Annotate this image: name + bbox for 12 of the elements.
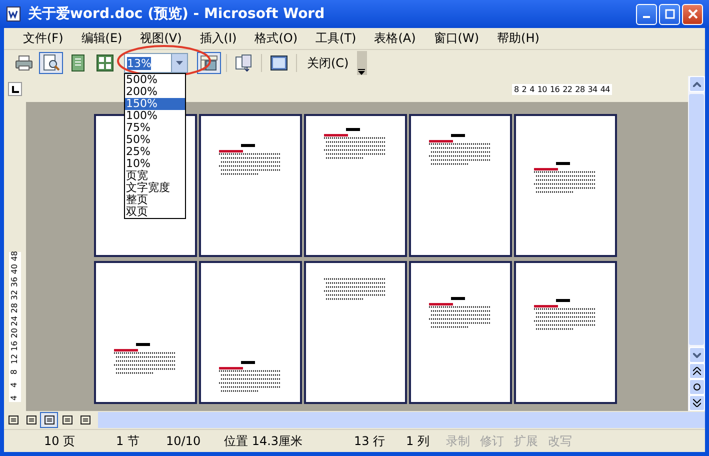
status-item: 10/10 — [166, 434, 202, 448]
status-item: 10 页 — [44, 432, 76, 450]
status-item: 13 行 — [354, 432, 386, 450]
status-item: 位置 14.3厘米 — [224, 432, 304, 450]
status-item: 扩展 — [514, 432, 539, 450]
status-item: 改写 — [548, 432, 573, 450]
status-item: 1 列 — [406, 432, 430, 450]
zoom-value: 13% — [127, 56, 152, 70]
status-item: 修订 — [480, 432, 505, 450]
status-item: 1 节 — [116, 432, 140, 450]
window-title: 关于爱word.doc (预览) - Microsoft Word — [28, 5, 326, 23]
status-item: 录制 — [446, 432, 471, 450]
